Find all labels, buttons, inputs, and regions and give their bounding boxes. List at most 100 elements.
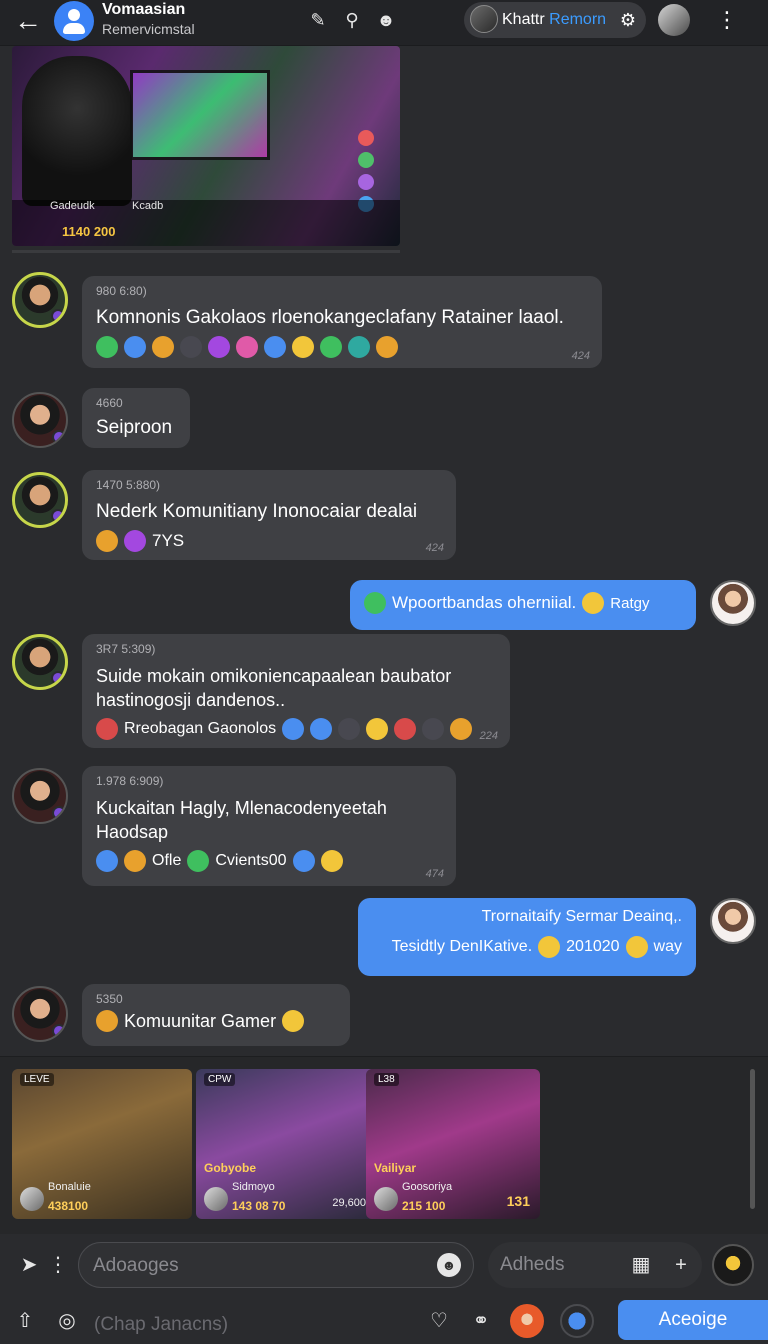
message-stamp: 424 [425, 542, 444, 554]
reaction-icon[interactable] [124, 850, 146, 872]
attach-icon[interactable]: ➤ [16, 1252, 42, 1278]
message-meta: 4660 [96, 396, 123, 410]
own-avatar[interactable] [710, 898, 756, 944]
reaction-icon[interactable] [394, 718, 417, 740]
card-subtitle: Sidmoyo [232, 1181, 275, 1193]
message-text: Komuunitar Gamer [124, 1010, 277, 1031]
reaction-icon[interactable] [366, 718, 389, 740]
card-tag: LEVE [20, 1073, 54, 1086]
sender-avatar[interactable] [12, 768, 68, 824]
reaction-icon[interactable]: ☻ [374, 8, 398, 32]
edit-icon[interactable]: ✎ [306, 8, 330, 32]
reaction-icon[interactable] [96, 850, 118, 872]
inline-text: Ofle [152, 852, 182, 869]
card-price: 438100 [48, 1199, 89, 1213]
profile-pill[interactable]: Khattr Remorn ⚙ [464, 2, 646, 38]
reaction-icon[interactable] [180, 336, 202, 358]
user-avatar[interactable] [658, 4, 690, 36]
reaction-icon[interactable] [292, 850, 315, 872]
reaction-icon[interactable] [422, 718, 445, 740]
camera-icon[interactable]: ◎ [54, 1308, 80, 1334]
composer-hint: (Chap Janacns) [94, 1314, 229, 1335]
reaction-icon[interactable] [364, 592, 386, 614]
reaction-icon[interactable] [450, 718, 473, 740]
message-meta: 980 6:80) [96, 284, 147, 298]
reaction-icon[interactable] [96, 1010, 118, 1032]
reaction-icon[interactable] [320, 336, 342, 358]
gif-icon[interactable]: ▦ [628, 1252, 654, 1278]
reaction-icon[interactable] [348, 336, 370, 358]
outgoing-row: Tesidtly DenIKative. 201020 way [372, 936, 682, 958]
gaming-screenshot[interactable]: Gadeudk Kcadb 1140 200 [12, 46, 400, 246]
sender-avatar[interactable] [12, 392, 68, 448]
reaction-icon[interactable] [96, 718, 118, 740]
contact-avatar[interactable] [510, 1304, 544, 1338]
gallery-card[interactable]: CPW Gobyobe Sidmoyo 143 08 70 29,600 [196, 1069, 376, 1219]
gallery-card[interactable]: LEVE Bonaluie 438100 [12, 1069, 192, 1219]
group-avatar[interactable] [54, 1, 94, 41]
sender-avatar[interactable] [12, 634, 68, 690]
gamer-silhouette [22, 56, 132, 206]
message-stamp: 224 [479, 730, 498, 742]
reaction-icon[interactable] [338, 718, 361, 740]
reaction-row: Ofle Cvients00 [96, 850, 442, 872]
more-options-icon[interactable]: ⋮ [48, 1252, 68, 1278]
reaction-icon[interactable] [187, 850, 210, 872]
message-bubble[interactable]: 1.978 6:909) Kuckaitan Hagly, Mlenacoden… [82, 766, 456, 886]
reaction-icon[interactable] [152, 336, 174, 358]
sender-avatar[interactable] [12, 272, 68, 328]
media-gallery: LEVE Bonaluie 438100 CPW Gobyobe Sidmoyo… [0, 1056, 768, 1234]
profile-icon[interactable]: ⚭ [468, 1308, 494, 1334]
settings-icon[interactable]: ⚙ [616, 8, 640, 32]
message-bubble[interactable]: 980 6:80) Komnonis Gakolaos rloenokangec… [82, 276, 602, 368]
add-icon[interactable]: + [668, 1252, 694, 1278]
upload-icon[interactable]: ⇧ [12, 1308, 38, 1334]
status-icon[interactable] [560, 1304, 594, 1338]
message-input[interactable]: Adoaoges ☻ [78, 1242, 474, 1288]
gallery-scrollbar[interactable] [750, 1069, 755, 1209]
reaction-icon[interactable] [292, 336, 314, 358]
emoji-picker-icon[interactable]: ☻ [437, 1253, 461, 1277]
secondary-input[interactable]: Adheds ▦ + [488, 1242, 702, 1288]
gallery-card[interactable]: L38 Vailiyar Goosoriya 215 100 131 [366, 1069, 540, 1219]
reaction-icon[interactable] [282, 718, 305, 740]
reaction-icon[interactable] [96, 530, 118, 552]
reaction-icon[interactable] [376, 336, 398, 358]
message-input-placeholder: Adoaoges [93, 1255, 179, 1276]
more-menu-icon[interactable]: ⋮ [716, 6, 738, 34]
outgoing-bubble[interactable]: Trornaitaify Sermar Deainq,. Tesidtly De… [358, 898, 696, 976]
own-avatar[interactable] [710, 580, 756, 626]
reaction-icon[interactable] [320, 850, 343, 872]
send-button[interactable]: Aceoige [618, 1300, 768, 1340]
outgoing-bubble[interactable]: Wpoortbandas oherniial. Ratgy [350, 580, 696, 630]
back-arrow-icon[interactable]: ← [14, 6, 46, 38]
reaction-icon[interactable] [124, 530, 146, 552]
reaction-icon[interactable] [236, 336, 258, 358]
message-row: Komuunitar Gamer [96, 1010, 336, 1032]
profile-accent: Remorn [549, 11, 607, 28]
reaction-icon[interactable] [124, 336, 146, 358]
sender-avatar[interactable] [12, 986, 68, 1042]
message-meta: 1470 5:880) [96, 478, 161, 492]
message-meta: 1.978 6:909) [96, 774, 164, 788]
hud-label-2: Kcadb [132, 200, 164, 212]
sender-avatar[interactable] [12, 472, 68, 528]
message-bubble[interactable]: 1470 5:880) Nederk Komunitiany Inonocaia… [82, 470, 456, 560]
reaction-icon[interactable] [96, 336, 118, 358]
send-avatar[interactable] [712, 1244, 754, 1286]
reaction-icon[interactable] [208, 336, 230, 358]
reaction-icon[interactable] [310, 718, 333, 740]
message-text-2: Tesidtly DenIKative. [391, 938, 533, 955]
heart-icon[interactable]: ♡ [426, 1308, 452, 1334]
card-extra: 29,600 [332, 1197, 366, 1209]
message-bubble[interactable]: 4660 Seiproon [82, 388, 190, 448]
profile-name: Khattr Remorn [502, 11, 607, 28]
reaction-row: 7YS [96, 530, 442, 552]
reaction-icon[interactable] [264, 336, 286, 358]
message-stamp: 424 [571, 350, 590, 362]
hud-label: Gadeudk [50, 200, 95, 212]
message-stamp: 474 [425, 868, 444, 880]
message-bubble[interactable]: 3R7 5:309) Suide mokain omikoniencapaale… [82, 634, 510, 748]
message-bubble[interactable]: 5350 Komuunitar Gamer [82, 984, 350, 1046]
search-icon[interactable]: ⚲ [340, 8, 364, 32]
